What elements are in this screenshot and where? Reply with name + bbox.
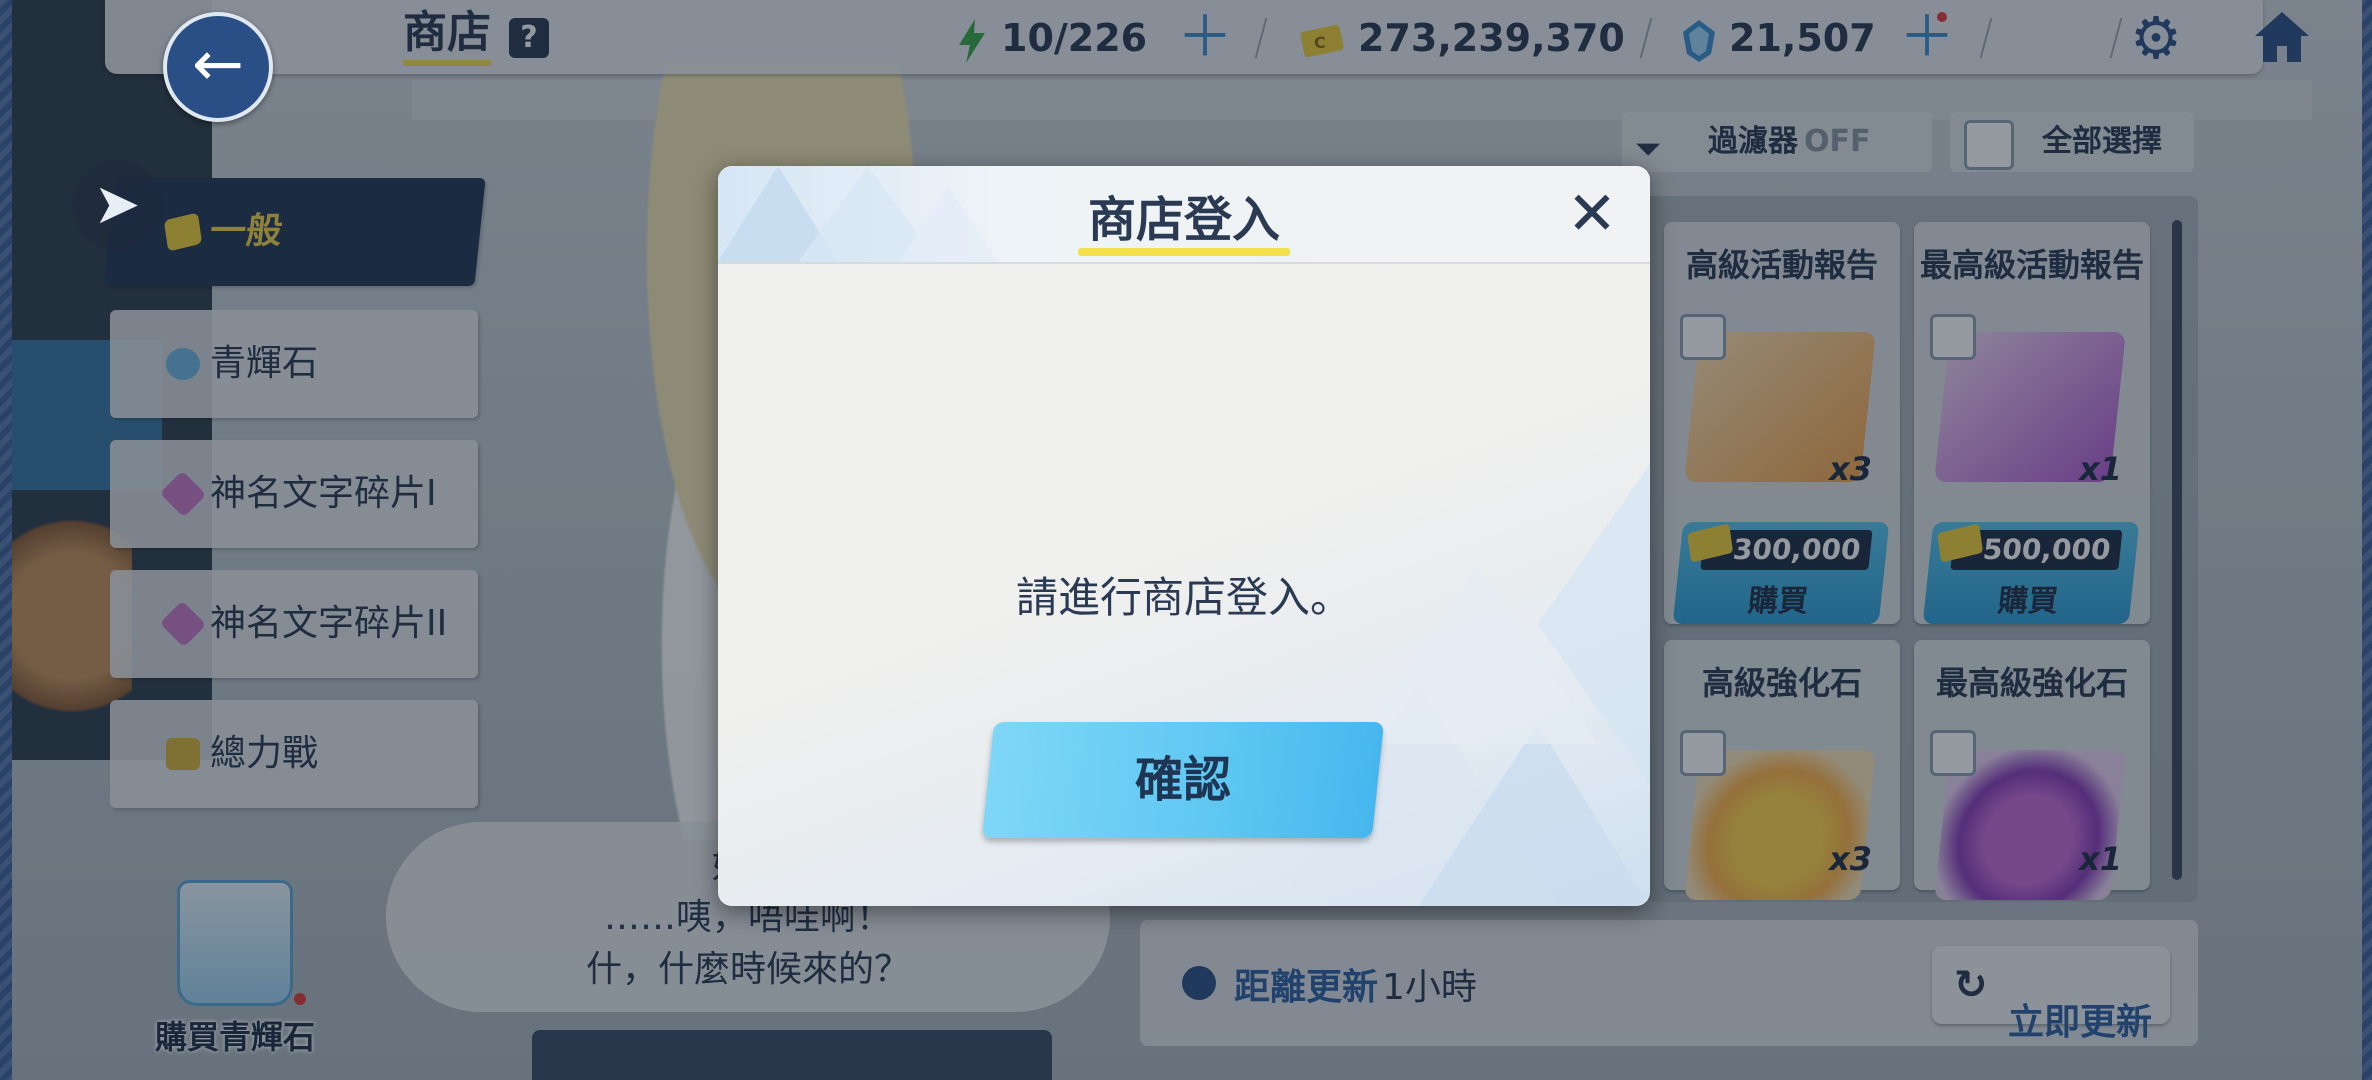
title-underline bbox=[1078, 248, 1290, 256]
confirm-button[interactable]: 確認 bbox=[981, 722, 1385, 838]
back-button[interactable]: ← bbox=[163, 12, 273, 122]
paper-plane-icon[interactable]: ➤ bbox=[72, 160, 162, 250]
shop-login-dialog: 商店登入 ✕ 請進行商店登入。 確認 bbox=[718, 166, 1650, 906]
confirm-label: 確認 bbox=[1134, 752, 1231, 808]
close-icon[interactable]: ✕ bbox=[1564, 184, 1620, 244]
dialog-title: 商店登入 bbox=[1087, 192, 1280, 248]
dialog-header: 商店登入 ✕ bbox=[718, 166, 1650, 264]
dialog-message: 請進行商店登入。 bbox=[1015, 573, 1352, 622]
